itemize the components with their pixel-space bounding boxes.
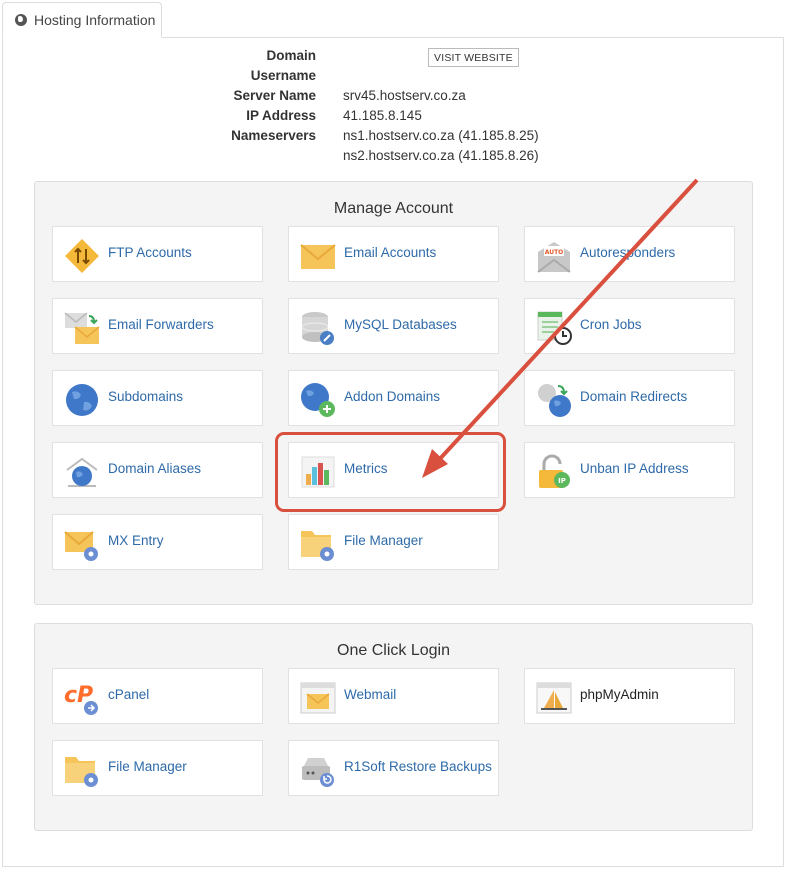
- ftp-icon: [65, 239, 99, 273]
- server-name-value: srv45.hostserv.co.za: [343, 88, 466, 103]
- visit-website-button[interactable]: VISIT WEBSITE: [428, 48, 519, 67]
- tile-label: FTP Accounts: [108, 245, 192, 260]
- tile-ftp-accounts[interactable]: FTP Accounts: [52, 226, 263, 282]
- tile-label: Email Forwarders: [108, 317, 214, 332]
- svg-text:IP: IP: [558, 477, 566, 485]
- autoresponder-icon: AUTO: [537, 242, 571, 273]
- tile-mysql-databases[interactable]: MySQL Databases: [288, 298, 499, 354]
- cpanel-icon: cP: [64, 683, 98, 715]
- svg-text:AUTO: AUTO: [545, 249, 564, 256]
- nameserver-1: ns1.hostserv.co.za (41.185.8.25): [343, 128, 539, 143]
- tile-label: R1Soft Restore Backups: [344, 759, 492, 774]
- cron-icon: [537, 311, 572, 345]
- folder-gear-icon: [301, 531, 334, 561]
- email-forwarder-icon: [64, 312, 100, 344]
- phpmyadmin-icon: [536, 682, 572, 714]
- tile-domain-aliases[interactable]: Domain Aliases: [52, 442, 263, 498]
- username-label: Username: [250, 68, 316, 83]
- tile-addon-domains[interactable]: Addon Domains: [288, 370, 499, 426]
- tile-label: Subdomains: [108, 389, 184, 404]
- tile-metrics[interactable]: Metrics: [288, 442, 499, 498]
- tile-label: Email Accounts: [344, 245, 437, 260]
- tile-unban-ip-address[interactable]: IP Unban IP Address: [524, 442, 735, 498]
- tile-label: MX Entry: [108, 533, 164, 548]
- tile-label: Addon Domains: [344, 389, 441, 404]
- tile-label: Unban IP Address: [580, 461, 689, 476]
- tile-email-forwarders[interactable]: Email Forwarders: [52, 298, 263, 354]
- tile-email-accounts[interactable]: Email Accounts: [288, 226, 499, 282]
- tile-file-manager[interactable]: File Manager: [288, 514, 499, 570]
- folder-gear-icon: [65, 757, 98, 787]
- backup-drive-icon: [302, 758, 334, 787]
- database-icon: [301, 312, 334, 345]
- padlock-ip-icon: IP: [539, 454, 570, 488]
- tile-label: Cron Jobs: [580, 317, 642, 332]
- domain-label: Domain: [266, 48, 316, 63]
- envelope-icon: [300, 244, 336, 269]
- tile-label: File Manager: [344, 533, 423, 548]
- tile-label: cPanel: [108, 687, 150, 702]
- one-click-login-section: One Click Login: [34, 623, 753, 831]
- tab-label: Hosting Information: [34, 12, 156, 28]
- tile-label: MySQL Databases: [344, 317, 457, 332]
- domain-alias-icon: [66, 457, 98, 487]
- tile-webmail[interactable]: Webmail: [288, 668, 499, 724]
- tile-file-manager-login[interactable]: File Manager: [52, 740, 263, 796]
- one-click-login-title: One Click Login: [337, 642, 450, 659]
- tile-subdomains[interactable]: Subdomains: [52, 370, 263, 426]
- tile-label: Webmail: [344, 687, 397, 702]
- nameserver-2: ns2.hostserv.co.za (41.185.8.26): [343, 148, 539, 163]
- webmail-icon: [300, 682, 336, 714]
- tile-cpanel[interactable]: cP cPanel: [52, 668, 263, 724]
- server-name-label: Server Name: [233, 88, 316, 103]
- nameservers-label: Nameservers: [231, 128, 316, 143]
- globe-icon: [66, 384, 98, 416]
- tile-autoresponders[interactable]: AUTO Autoresponders: [524, 226, 735, 282]
- tile-label: Domain Aliases: [108, 461, 202, 476]
- bar-chart-icon: [301, 456, 335, 488]
- globe-icon: [15, 14, 27, 26]
- tile-label: File Manager: [108, 759, 187, 774]
- tile-phpmyadmin[interactable]: phpMyAdmin: [524, 668, 735, 724]
- tile-label: Domain Redirects: [580, 389, 688, 404]
- hosting-information-tab[interactable]: Hosting Information: [2, 2, 162, 38]
- mx-envelope-icon: [64, 531, 98, 561]
- globe-add-icon: [301, 383, 335, 417]
- ip-address-value: 41.185.8.145: [343, 108, 422, 123]
- globe-redirect-icon: [538, 384, 571, 417]
- ip-address-label: IP Address: [246, 108, 316, 123]
- tile-mx-entry[interactable]: MX Entry: [52, 514, 263, 570]
- tile-r1soft-restore-backups[interactable]: R1Soft Restore Backups: [288, 740, 499, 796]
- manage-account-title: Manage Account: [333, 200, 454, 217]
- tile-label: Metrics: [344, 461, 388, 476]
- tile-cron-jobs[interactable]: Cron Jobs: [524, 298, 735, 354]
- tile-label: phpMyAdmin: [580, 687, 659, 702]
- tile-label: Autoresponders: [580, 245, 676, 260]
- tile-domain-redirects[interactable]: Domain Redirects: [524, 370, 735, 426]
